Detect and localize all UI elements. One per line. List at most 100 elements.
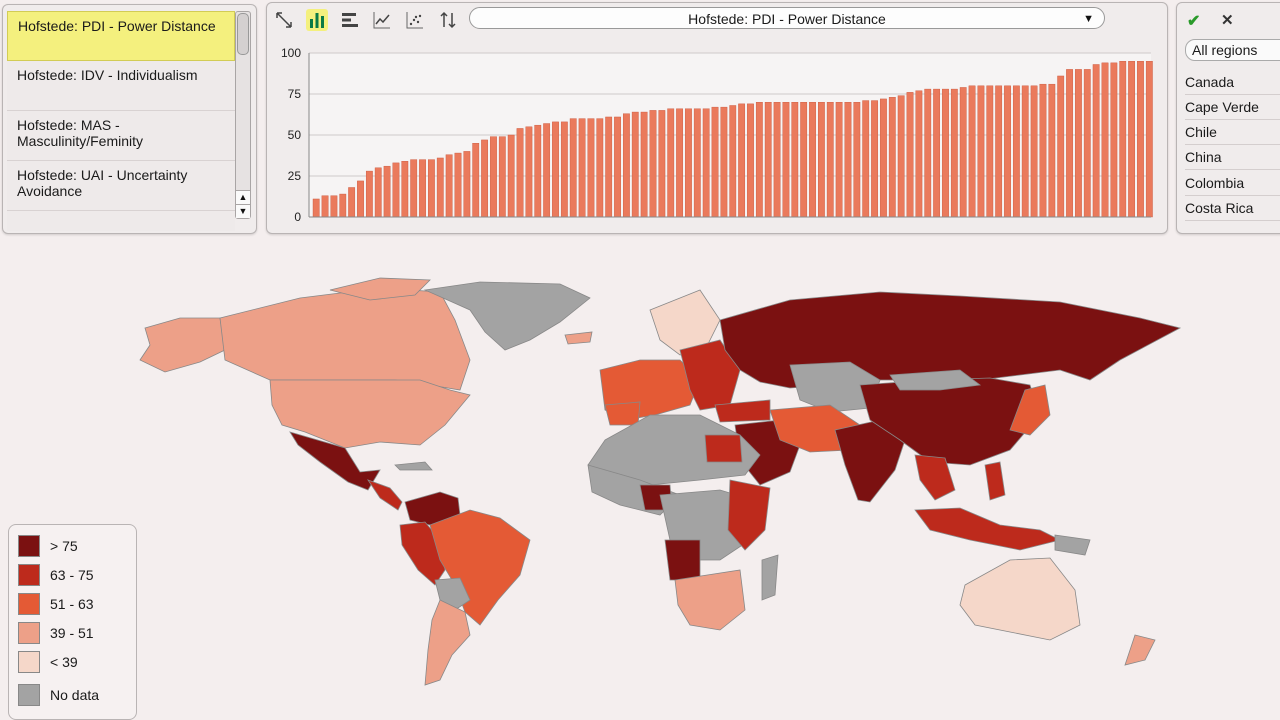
bar[interactable] xyxy=(747,103,754,218)
bar[interactable] xyxy=(862,100,870,218)
bar[interactable] xyxy=(809,101,816,218)
region-item[interactable]: Costa Rica xyxy=(1185,196,1280,221)
bar[interactable] xyxy=(995,85,1003,218)
bar[interactable] xyxy=(959,87,967,218)
bar[interactable] xyxy=(1012,85,1020,218)
bar[interactable] xyxy=(498,136,506,218)
bar[interactable] xyxy=(578,118,586,218)
bar[interactable] xyxy=(950,88,958,218)
bar[interactable] xyxy=(1057,75,1065,218)
region-item[interactable]: China xyxy=(1185,145,1280,170)
bar[interactable] xyxy=(321,195,329,218)
bar[interactable] xyxy=(986,85,994,218)
bar[interactable] xyxy=(507,134,515,218)
bar[interactable] xyxy=(764,101,772,218)
region-item[interactable]: Chile xyxy=(1185,120,1280,145)
bar[interactable] xyxy=(339,193,347,218)
bar[interactable] xyxy=(392,162,400,218)
bar[interactable] xyxy=(1048,83,1056,218)
region-item[interactable]: Colombia xyxy=(1185,171,1280,196)
bar[interactable] xyxy=(428,159,435,218)
bar[interactable] xyxy=(791,101,799,218)
world-map[interactable] xyxy=(0,240,1280,700)
bar[interactable] xyxy=(942,88,949,218)
indicator-scrollbar[interactable]: ▲ ▼ xyxy=(235,11,251,219)
bar[interactable] xyxy=(729,105,737,218)
bar[interactable] xyxy=(782,101,790,218)
bar[interactable] xyxy=(614,116,621,218)
bar[interactable] xyxy=(711,106,719,218)
bar[interactable] xyxy=(800,101,808,218)
bar[interactable] xyxy=(623,113,630,218)
bar[interactable] xyxy=(587,118,595,218)
bar[interactable] xyxy=(968,85,976,218)
indicator-item-mas[interactable]: Hofstede: MAS - Masculinity/Feminity xyxy=(7,111,235,161)
bar[interactable] xyxy=(330,195,338,218)
bar[interactable] xyxy=(1092,64,1100,218)
indicator-item-idv[interactable]: Hofstede: IDV - Individualism xyxy=(7,61,235,111)
bar[interactable] xyxy=(1128,61,1135,218)
bar[interactable] xyxy=(773,101,781,218)
indicator-item-pdi[interactable]: Hofstede: PDI - Power Distance xyxy=(7,11,235,61)
bar[interactable] xyxy=(419,159,426,218)
bar[interactable] xyxy=(410,159,418,218)
bar[interactable] xyxy=(844,101,852,218)
region-item[interactable]: Cape Verde xyxy=(1185,95,1280,120)
bar[interactable] xyxy=(755,101,763,218)
region-item[interactable]: Canada xyxy=(1185,70,1280,95)
bar[interactable] xyxy=(365,170,373,218)
indicator-item-uai[interactable]: Hofstede: UAI - Uncertainty Avoidance xyxy=(7,161,235,211)
bar[interactable] xyxy=(1039,83,1047,218)
bar[interactable] xyxy=(560,121,568,218)
bar[interactable] xyxy=(676,108,683,218)
bar[interactable] xyxy=(1083,69,1091,218)
bar[interactable] xyxy=(1119,61,1127,218)
bar[interactable] xyxy=(605,116,613,218)
bar[interactable] xyxy=(871,100,878,218)
scroll-up-icon[interactable]: ▲ xyxy=(236,190,250,204)
bar[interactable] xyxy=(534,124,542,218)
bar[interactable] xyxy=(738,103,746,218)
close-icon[interactable]: ✕ xyxy=(1221,11,1234,29)
bar[interactable] xyxy=(640,111,648,218)
bar[interactable] xyxy=(312,198,320,218)
bar[interactable] xyxy=(1145,61,1153,218)
bar[interactable] xyxy=(348,187,356,218)
bar[interactable] xyxy=(685,108,692,218)
bar[interactable] xyxy=(552,121,559,218)
bar[interactable] xyxy=(1004,85,1011,218)
bar[interactable] xyxy=(915,90,923,218)
bar[interactable] xyxy=(516,128,524,218)
bar[interactable] xyxy=(880,98,887,218)
bar[interactable] xyxy=(1101,62,1109,218)
bar[interactable] xyxy=(658,110,666,218)
bar[interactable] xyxy=(1137,61,1144,218)
bar[interactable] xyxy=(1066,69,1073,218)
bar[interactable] xyxy=(649,110,657,218)
bar[interactable] xyxy=(543,123,551,218)
bar[interactable] xyxy=(1110,62,1118,218)
bar[interactable] xyxy=(667,108,675,218)
bar[interactable] xyxy=(1075,69,1082,218)
bar[interactable] xyxy=(693,108,701,218)
scrollbar-thumb[interactable] xyxy=(237,13,249,55)
bar[interactable] xyxy=(897,95,905,218)
bar[interactable] xyxy=(818,101,825,218)
bar[interactable] xyxy=(1021,85,1029,218)
bar[interactable] xyxy=(631,111,639,218)
bar[interactable] xyxy=(569,118,577,218)
bar[interactable] xyxy=(463,151,471,218)
bar[interactable] xyxy=(888,97,896,218)
bar[interactable] xyxy=(933,88,941,218)
scroll-down-icon[interactable]: ▼ xyxy=(236,204,250,218)
bar[interactable] xyxy=(977,85,985,218)
bar[interactable] xyxy=(906,92,914,218)
indicator-item-partial[interactable] xyxy=(7,211,235,231)
bar[interactable] xyxy=(374,167,382,218)
bar[interactable] xyxy=(401,161,409,218)
bar[interactable] xyxy=(436,157,444,218)
bar[interactable] xyxy=(357,180,364,218)
bar[interactable] xyxy=(826,101,834,218)
bar[interactable] xyxy=(525,126,533,218)
bar[interactable] xyxy=(454,152,462,218)
